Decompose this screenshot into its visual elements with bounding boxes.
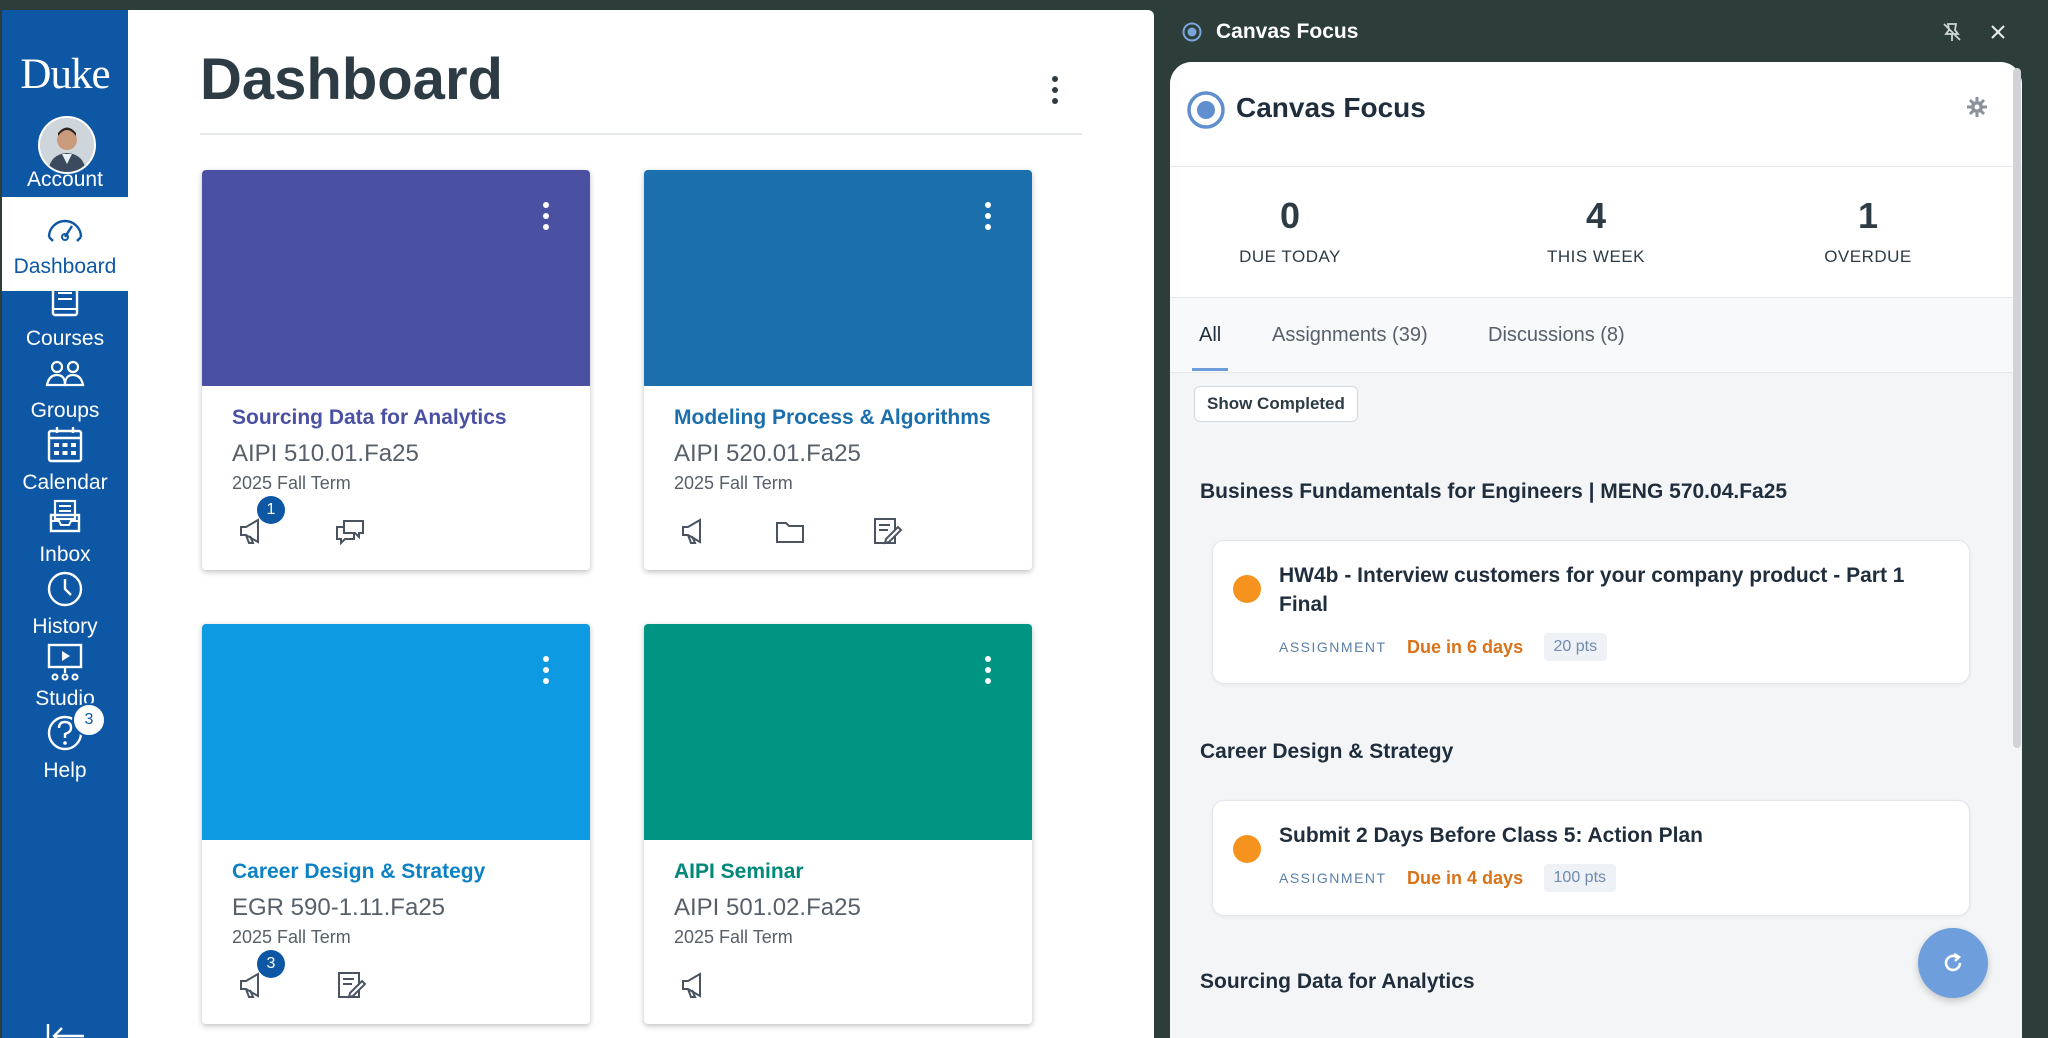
- duke-logo[interactable]: Duke: [2, 50, 128, 99]
- filter-tabs: All Assignments (39) Discussions (8): [1170, 298, 2022, 373]
- task-type: ASSIGNMENT: [1279, 870, 1387, 886]
- course-card[interactable]: Modeling Process & Algorithms AIPI 520.0…: [644, 170, 1032, 570]
- unpin-icon[interactable]: [1940, 20, 1964, 44]
- tab-discussions[interactable]: Discussions (8): [1488, 324, 1625, 347]
- canvas-focus-panel: Canvas Focus 0 DUE TODAY 4 THIS WEEK 1 O…: [1170, 62, 2022, 1038]
- task-meta: ASSIGNMENT Due in 4 days 100 pts: [1279, 864, 1617, 894]
- course-term: 2025 Fall Term: [674, 927, 793, 947]
- stat-number: 1: [1857, 195, 1879, 236]
- stat-label: THIS WEEK: [1546, 247, 1645, 266]
- help-badge: 3: [72, 703, 106, 737]
- task-title: Submit 2 Days Before Class 5: Action Pla…: [1279, 824, 1704, 847]
- dashboard-icon: [47, 219, 83, 242]
- discussions-icon[interactable]: [334, 515, 366, 547]
- card-options-button[interactable]: [541, 656, 551, 688]
- collapse-nav-icon[interactable]: [46, 1022, 86, 1038]
- stats-summary: 0 DUE TODAY 4 THIS WEEK 1 OVERDUE: [1170, 167, 2022, 298]
- status-dot: [1233, 835, 1261, 863]
- task-item[interactable]: HW4b - Interview customers for your comp…: [1212, 540, 1970, 684]
- canvas-focus-logo-icon: [1187, 91, 1225, 129]
- task-title: HW4b - Interview customers for your comp…: [1279, 564, 1905, 616]
- stat-label: DUE TODAY: [1239, 247, 1341, 266]
- card-options-button[interactable]: [541, 202, 551, 234]
- groups-icon: [45, 360, 85, 387]
- course-term: 2025 Fall Term: [232, 473, 351, 493]
- task-meta: ASSIGNMENT Due in 6 days 20 pts: [1279, 633, 1608, 663]
- course-code: EGR 590-1.11.Fa25: [232, 894, 446, 921]
- stat-number: 4: [1585, 195, 1607, 236]
- nav-label: Account: [27, 168, 103, 191]
- history-icon: [47, 571, 83, 607]
- task-type: ASSIGNMENT: [1279, 639, 1387, 655]
- course-title-link[interactable]: AIPI Seminar: [674, 860, 804, 884]
- announcement-badge: 1: [257, 496, 285, 524]
- panel-header: Canvas Focus: [1170, 62, 2022, 167]
- course-card-header[interactable]: [202, 624, 590, 840]
- course-code: AIPI 510.01.Fa25: [232, 440, 419, 467]
- announcements-icon[interactable]: [678, 969, 710, 1001]
- course-title-link[interactable]: Career Design & Strategy: [232, 860, 485, 884]
- files-icon[interactable]: [774, 515, 806, 547]
- window-title: Canvas Focus: [1216, 20, 1359, 43]
- tab-all[interactable]: All: [1199, 324, 1221, 347]
- tab-assignments[interactable]: Assignments (39): [1272, 324, 1428, 347]
- settings-gear-icon[interactable]: [1964, 94, 1990, 120]
- inbox-icon: [49, 499, 81, 533]
- course-card[interactable]: Career Design & Strategy EGR 590-1.11.Fa…: [202, 624, 590, 1024]
- nav-item-account[interactable]: Account: [2, 110, 128, 204]
- stat-this-week[interactable]: 4 THIS WEEK: [1476, 195, 1716, 267]
- status-dot: [1233, 575, 1261, 603]
- studio-icon: [47, 643, 83, 681]
- course-code: AIPI 520.01.Fa25: [674, 440, 861, 467]
- task-due: Due in 6 days: [1407, 636, 1524, 657]
- page-title: Dashboard: [200, 47, 503, 112]
- refresh-button[interactable]: [1918, 928, 1988, 998]
- avatar: [38, 116, 96, 174]
- course-card-header[interactable]: [202, 170, 590, 386]
- canvas-focus-logo-icon: [1182, 22, 1202, 42]
- course-card[interactable]: AIPI Seminar AIPI 501.02.Fa25 2025 Fall …: [644, 624, 1032, 1024]
- course-card-header[interactable]: [644, 170, 1032, 386]
- course-term: 2025 Fall Term: [674, 473, 793, 493]
- course-card[interactable]: Sourcing Data for Analytics AIPI 510.01.…: [202, 170, 590, 570]
- panel-scrollbar[interactable]: [2013, 68, 2021, 748]
- dashboard-main: Dashboard Sourcing Data for Analytics AI…: [128, 10, 1154, 1038]
- card-options-button[interactable]: [983, 656, 993, 688]
- stat-due-today[interactable]: 0 DUE TODAY: [1170, 195, 1410, 267]
- panel-title: Canvas Focus: [1236, 92, 1426, 123]
- course-group-title: Business Fundamentals for Engineers | ME…: [1200, 480, 1788, 503]
- course-title-link[interactable]: Modeling Process & Algorithms: [674, 406, 991, 430]
- course-title-link[interactable]: Sourcing Data for Analytics: [232, 406, 507, 430]
- stat-number: 0: [1279, 195, 1301, 236]
- divider: [200, 133, 1082, 135]
- dashboard-options-button[interactable]: [1050, 76, 1060, 108]
- assignments-icon[interactable]: [334, 969, 366, 1001]
- task-due: Due in 4 days: [1407, 867, 1524, 888]
- course-group-title: Sourcing Data for Analytics: [1200, 970, 1475, 993]
- course-code: AIPI 501.02.Fa25: [674, 894, 861, 921]
- assignments-icon[interactable]: [870, 515, 902, 547]
- close-icon[interactable]: [1986, 20, 2010, 44]
- task-points: 20 pts: [1543, 633, 1608, 661]
- global-navigation: Duke Account Dashboard Courses Groups Ca…: [2, 10, 128, 1038]
- nav-label: Help: [43, 759, 87, 782]
- task-item[interactable]: Submit 2 Days Before Class 5: Action Pla…: [1212, 800, 1970, 916]
- stat-label: OVERDUE: [1824, 247, 1912, 266]
- calendar-icon: [47, 427, 83, 463]
- refresh-icon: [1944, 952, 1962, 972]
- show-completed-button[interactable]: Show Completed: [1194, 386, 1358, 422]
- courses-icon: [51, 283, 79, 317]
- active-tab-indicator: [1192, 368, 1228, 371]
- stat-overdue[interactable]: 1 OVERDUE: [1748, 195, 1988, 267]
- task-points: 100 pts: [1543, 864, 1617, 892]
- course-card-header[interactable]: [644, 624, 1032, 840]
- announcement-badge: 3: [257, 950, 285, 978]
- nav-item-help[interactable]: 3 Help: [2, 701, 128, 795]
- announcements-icon[interactable]: [678, 515, 710, 547]
- course-group-title: Career Design & Strategy: [1200, 740, 1454, 763]
- course-term: 2025 Fall Term: [232, 927, 351, 947]
- card-options-button[interactable]: [983, 202, 993, 234]
